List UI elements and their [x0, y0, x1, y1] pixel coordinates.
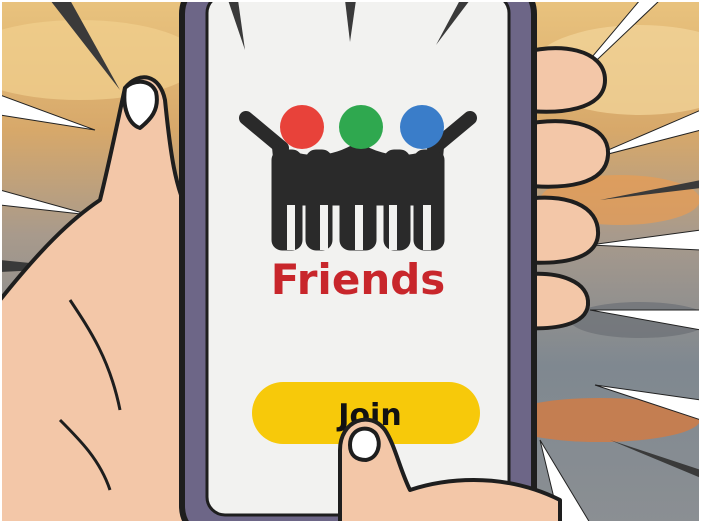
logo-dot-red: [280, 105, 324, 149]
illustration-scene: Friends Join: [0, 0, 701, 523]
logo-dot-green: [339, 105, 383, 149]
brand-name: Friends: [271, 255, 446, 304]
logo-dot-blue: [400, 105, 444, 149]
